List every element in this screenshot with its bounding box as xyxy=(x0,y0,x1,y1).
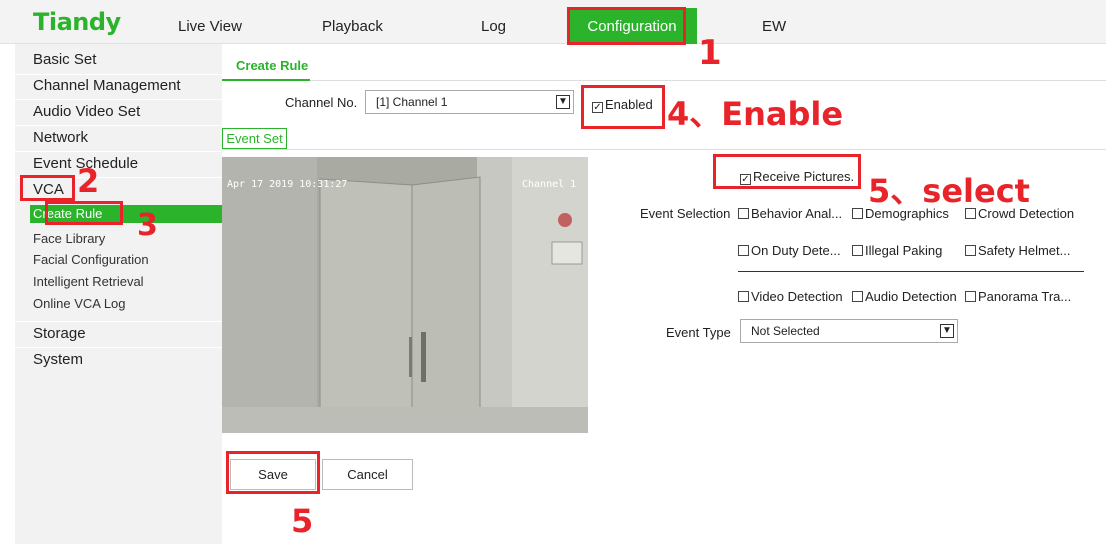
event-option-label: Behavior Anal... xyxy=(751,206,843,221)
event-divider xyxy=(738,271,1084,272)
annotation-step-5-select: 5、select xyxy=(868,172,1030,210)
tab-event-set[interactable]: Event Set xyxy=(222,128,287,149)
top-nav-bar: Tiandy Live View Playback Log Configurat… xyxy=(0,0,1106,44)
annotation-box-configuration xyxy=(567,7,686,45)
chevron-down-icon: ▼ xyxy=(556,95,570,109)
event-option-label: On Duty Dete... xyxy=(751,243,841,258)
sidebar-divider xyxy=(15,347,222,348)
event-option-label: Panorama Tra... xyxy=(978,289,1072,304)
sidebar-item-basic-set[interactable]: Basic Set xyxy=(15,51,222,68)
sidebar-item-storage[interactable]: Storage xyxy=(15,325,222,342)
annotation-step-1: 1 xyxy=(698,33,722,73)
channel-select[interactable]: [1] Channel 1 ▼ xyxy=(365,90,574,114)
sidebar-divider xyxy=(15,99,222,100)
event-option-label: Video Detection xyxy=(751,289,843,304)
nav-playback[interactable]: Playback xyxy=(322,18,383,35)
video-scene xyxy=(222,157,588,433)
event-video-detection[interactable]: Video Detection xyxy=(738,289,843,304)
checkbox-icon xyxy=(852,208,863,219)
checkbox-icon xyxy=(965,245,976,256)
event-set-divider xyxy=(222,149,1106,150)
event-option-label: Safety Helmet... xyxy=(978,243,1071,258)
channel-label: Channel No. xyxy=(285,95,358,110)
sidebar-item-network[interactable]: Network xyxy=(15,129,222,146)
video-preview: Apr 17 2019 10:31:27 Channel 1 xyxy=(222,157,588,433)
annotation-step-4-enable: 4、Enable xyxy=(667,95,844,133)
event-on-duty-detection[interactable]: On Duty Dete... xyxy=(738,243,841,258)
sidebar-item-system[interactable]: System xyxy=(15,351,222,368)
annotation-box-vca xyxy=(20,175,75,201)
sidebar-sub-facial-configuration[interactable]: Facial Configuration xyxy=(33,252,149,267)
event-selection-label: Event Selection xyxy=(640,206,731,221)
checkbox-icon xyxy=(738,291,749,302)
annotation-box-receive-pictures xyxy=(713,154,861,189)
checkbox-icon xyxy=(965,291,976,302)
sidebar: Basic Set Channel Management Audio Video… xyxy=(15,44,222,544)
sidebar-sub-face-library[interactable]: Face Library xyxy=(33,231,105,246)
event-type-value: Not Selected xyxy=(751,324,820,338)
event-illegal-parking[interactable]: Illegal Paking xyxy=(852,243,942,258)
sidebar-divider xyxy=(15,321,222,322)
checkbox-icon xyxy=(738,245,749,256)
nav-live-view[interactable]: Live View xyxy=(178,18,242,35)
sidebar-sub-online-vca-log[interactable]: Online VCA Log xyxy=(33,296,126,311)
event-type-select[interactable]: Not Selected ▼ xyxy=(740,319,958,343)
event-safety-helmet[interactable]: Safety Helmet... xyxy=(965,243,1070,258)
nav-log[interactable]: Log xyxy=(481,18,506,35)
annotation-box-create-rule xyxy=(45,201,123,225)
sidebar-item-channel-management[interactable]: Channel Management xyxy=(15,77,222,94)
event-option-label: Audio Detection xyxy=(865,289,957,304)
tab-active-underline xyxy=(222,79,310,81)
tab-divider xyxy=(222,80,1106,81)
checkbox-icon xyxy=(852,291,863,302)
osd-channel: Channel 1 xyxy=(522,179,577,190)
sidebar-divider xyxy=(15,151,222,152)
sidebar-sub-intelligent-retrieval[interactable]: Intelligent Retrieval xyxy=(33,274,144,289)
annotation-step-2: 2 xyxy=(77,162,100,200)
checkbox-icon xyxy=(852,245,863,256)
event-panorama-tracking[interactable]: Panorama Tra... xyxy=(965,289,1071,304)
event-type-label: Event Type xyxy=(666,325,731,340)
channel-select-value: [1] Channel 1 xyxy=(376,95,448,109)
sidebar-divider xyxy=(15,74,222,75)
tiandy-logo: Tiandy xyxy=(33,8,121,36)
annotation-box-enabled xyxy=(581,85,665,129)
osd-timestamp: Apr 17 2019 10:31:27 xyxy=(227,179,348,190)
nav-ew[interactable]: EW xyxy=(762,18,786,35)
sidebar-item-audio-video-set[interactable]: Audio Video Set xyxy=(15,103,222,120)
tab-create-rule[interactable]: Create Rule xyxy=(236,58,308,73)
sidebar-divider xyxy=(15,125,222,126)
sidebar-item-event-schedule[interactable]: Event Schedule xyxy=(15,155,222,172)
event-audio-detection[interactable]: Audio Detection xyxy=(852,289,957,304)
chevron-down-icon: ▼ xyxy=(940,324,954,338)
cancel-button[interactable]: Cancel xyxy=(322,459,413,490)
event-option-label: Illegal Paking xyxy=(865,243,943,258)
annotation-box-save xyxy=(226,451,320,494)
event-behavior-analysis[interactable]: Behavior Anal... xyxy=(738,206,842,221)
annotation-step-5: 5 xyxy=(291,502,314,540)
annotation-step-3: 3 xyxy=(137,208,158,243)
page-root: Tiandy Live View Playback Log Configurat… xyxy=(0,0,1106,544)
checkbox-icon xyxy=(738,208,749,219)
